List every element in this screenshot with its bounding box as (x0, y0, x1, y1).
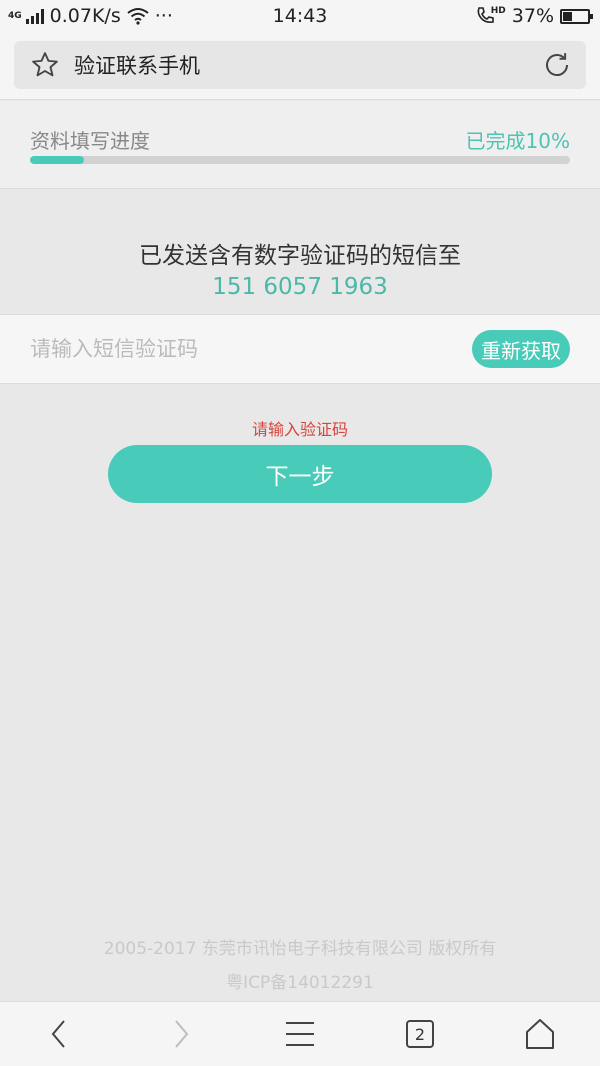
footer-copyright: 2005-2017 东莞市讯怡电子科技有限公司 版权所有 (103, 939, 497, 959)
status-bar-right: HD 37% (475, 5, 593, 27)
progress-status: 已完成10% (465, 129, 570, 153)
back-icon (51, 1020, 65, 1048)
home-button[interactable] (510, 1004, 570, 1064)
progress-bar (30, 156, 570, 164)
home-icon (526, 1019, 554, 1049)
address-bar[interactable]: 验证联系手机 (14, 41, 586, 89)
star-icon[interactable] (30, 50, 60, 80)
signal-icon (25, 8, 44, 24)
battery-icon (560, 8, 593, 24)
hd-call-icon: HD (475, 6, 506, 26)
error-message: 请输入验证码 (251, 420, 348, 439)
battery-percent: 37% (511, 5, 554, 27)
hd-label: HD (490, 6, 506, 16)
network-type: 4G (8, 10, 22, 21)
forward-button[interactable] (150, 1004, 210, 1064)
code-input-row: 重新获取 (0, 314, 600, 384)
footer: 2005-2017 东莞市讯怡电子科技有限公司 版权所有 粤ICP备140122… (0, 936, 600, 1004)
status-bar: 4G 0.07K/s ··· 14:43 HD 37% (0, 0, 600, 32)
progress-section: 资料填写进度 已完成10% (0, 101, 600, 189)
phone-number: 151 6057 1963 (212, 274, 388, 300)
progress-fill (30, 156, 84, 164)
status-bar-left: 4G 0.07K/s ··· (8, 5, 173, 27)
more-icon: ··· (154, 5, 173, 27)
battery-fill (563, 11, 572, 21)
tab-count-icon: 2 (406, 1020, 434, 1048)
resend-code-button[interactable]: 重新获取 (472, 330, 570, 368)
back-button[interactable] (30, 1004, 90, 1064)
page-title: 验证联系手机 (74, 54, 200, 78)
sms-sent-text: 已发送含有数字验证码的短信至 (139, 243, 461, 269)
bottom-nav: 2 (0, 1001, 600, 1066)
browser-bar: 验证联系手机 (0, 32, 600, 100)
refresh-icon[interactable] (542, 50, 572, 80)
menu-icon (286, 1022, 314, 1046)
wifi-icon (127, 8, 149, 25)
forward-icon (175, 1020, 189, 1048)
sms-code-input[interactable] (30, 337, 472, 361)
next-step-button[interactable]: 下一步 (108, 445, 492, 503)
progress-label: 资料填写进度 (30, 129, 150, 153)
sms-sent-message: 已发送含有数字验证码的短信至 151 6057 1963 (0, 236, 600, 300)
menu-button[interactable] (270, 1004, 330, 1064)
tabs-button[interactable]: 2 (390, 1004, 450, 1064)
footer-icp: 粤ICP备14012291 (226, 973, 374, 993)
network-speed: 0.07K/s (49, 5, 121, 27)
